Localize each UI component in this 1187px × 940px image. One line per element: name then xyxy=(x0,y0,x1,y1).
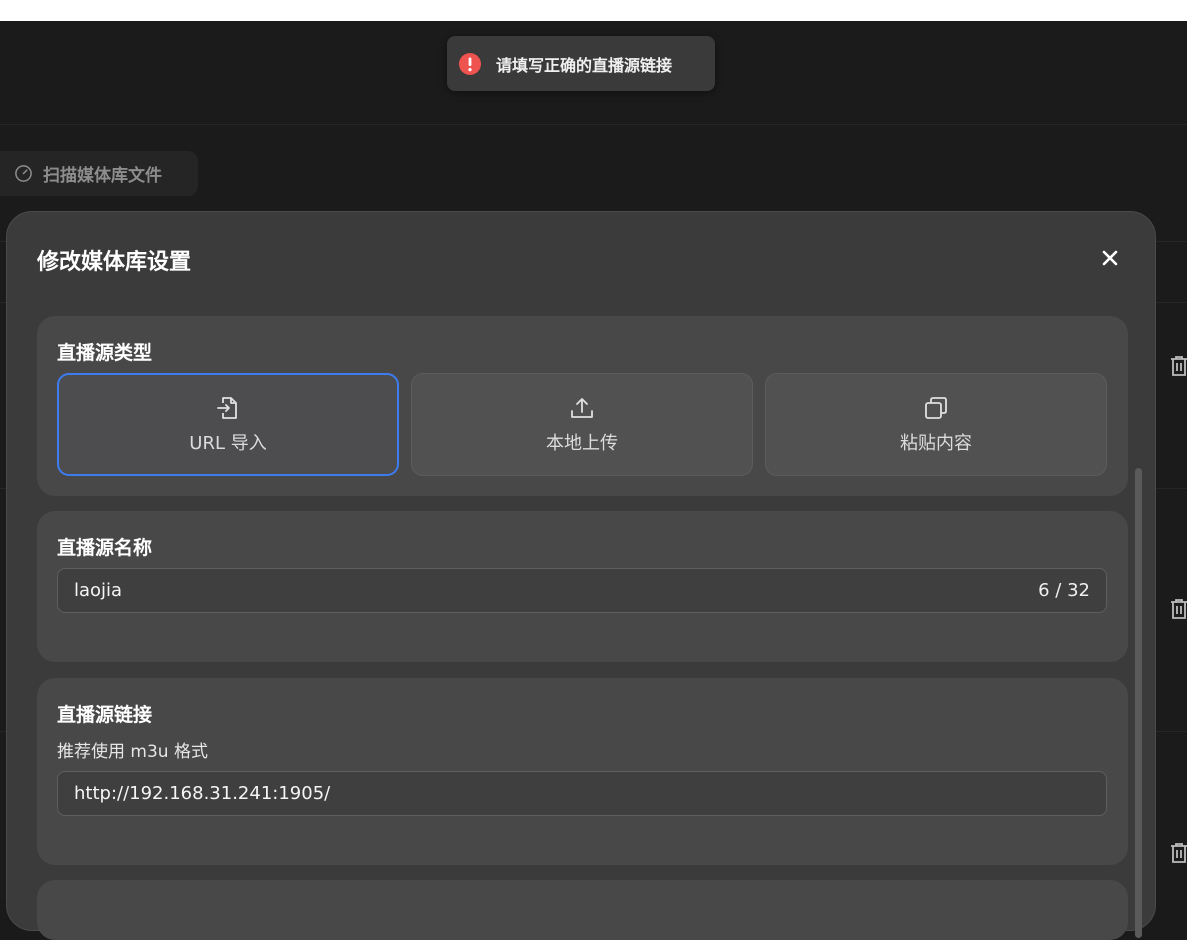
error-icon xyxy=(459,52,481,75)
close-icon xyxy=(1102,250,1118,266)
toast-message: 请填写正确的直播源链接 xyxy=(496,55,673,75)
trash-icon[interactable] xyxy=(1168,354,1187,378)
source-name-label: 直播源名称 xyxy=(57,537,153,559)
source-link-input[interactable]: http://192.168.31.241:1905/ xyxy=(57,771,1107,816)
gauge-icon xyxy=(15,165,32,182)
source-type-label: 直播源类型 xyxy=(57,342,153,364)
divider xyxy=(0,124,1187,125)
edit-library-dialog: 修改媒体库设置 直播源类型 URL 导入 本地上传 粘贴内容 直播源名称 lao… xyxy=(6,211,1156,940)
source-type-section: 直播源类型 URL 导入 本地上传 粘贴内容 xyxy=(37,316,1128,496)
url-import-label: URL 导入 xyxy=(189,433,267,454)
source-name-input[interactable]: laojia 6 / 32 xyxy=(57,568,1107,613)
top-white-bar xyxy=(0,0,1187,21)
char-counter: 6 / 32 xyxy=(1038,580,1090,601)
copy-icon xyxy=(925,397,947,419)
source-link-label: 直播源链接 xyxy=(57,704,153,726)
trash-icon[interactable] xyxy=(1168,597,1187,621)
format-hint: 推荐使用 m3u 格式 xyxy=(57,742,208,762)
paste-content-option[interactable]: 粘贴内容 xyxy=(765,373,1107,476)
source-name-value: laojia xyxy=(74,580,123,601)
scrollbar[interactable] xyxy=(1135,468,1142,938)
next-section xyxy=(37,880,1128,940)
source-link-section: 直播源链接 推荐使用 m3u 格式 http://192.168.31.241:… xyxy=(37,678,1128,865)
paste-content-label: 粘贴内容 xyxy=(900,433,972,454)
upload-icon xyxy=(571,398,593,418)
url-import-option[interactable]: URL 导入 xyxy=(57,373,399,476)
error-toast: 请填写正确的直播源链接 xyxy=(447,36,715,91)
scan-library-button[interactable]: 扫描媒体库文件 xyxy=(0,151,198,196)
close-button[interactable] xyxy=(1097,245,1123,271)
source-link-value: http://192.168.31.241:1905/ xyxy=(74,783,331,804)
local-upload-option[interactable]: 本地上传 xyxy=(411,373,753,476)
source-name-section: 直播源名称 laojia 6 / 32 xyxy=(37,511,1128,662)
file-import-icon xyxy=(217,397,237,419)
dialog-title: 修改媒体库设置 xyxy=(37,250,192,275)
trash-icon[interactable] xyxy=(1168,841,1187,865)
local-upload-label: 本地上传 xyxy=(546,433,618,454)
scan-library-label: 扫描媒体库文件 xyxy=(43,166,162,186)
